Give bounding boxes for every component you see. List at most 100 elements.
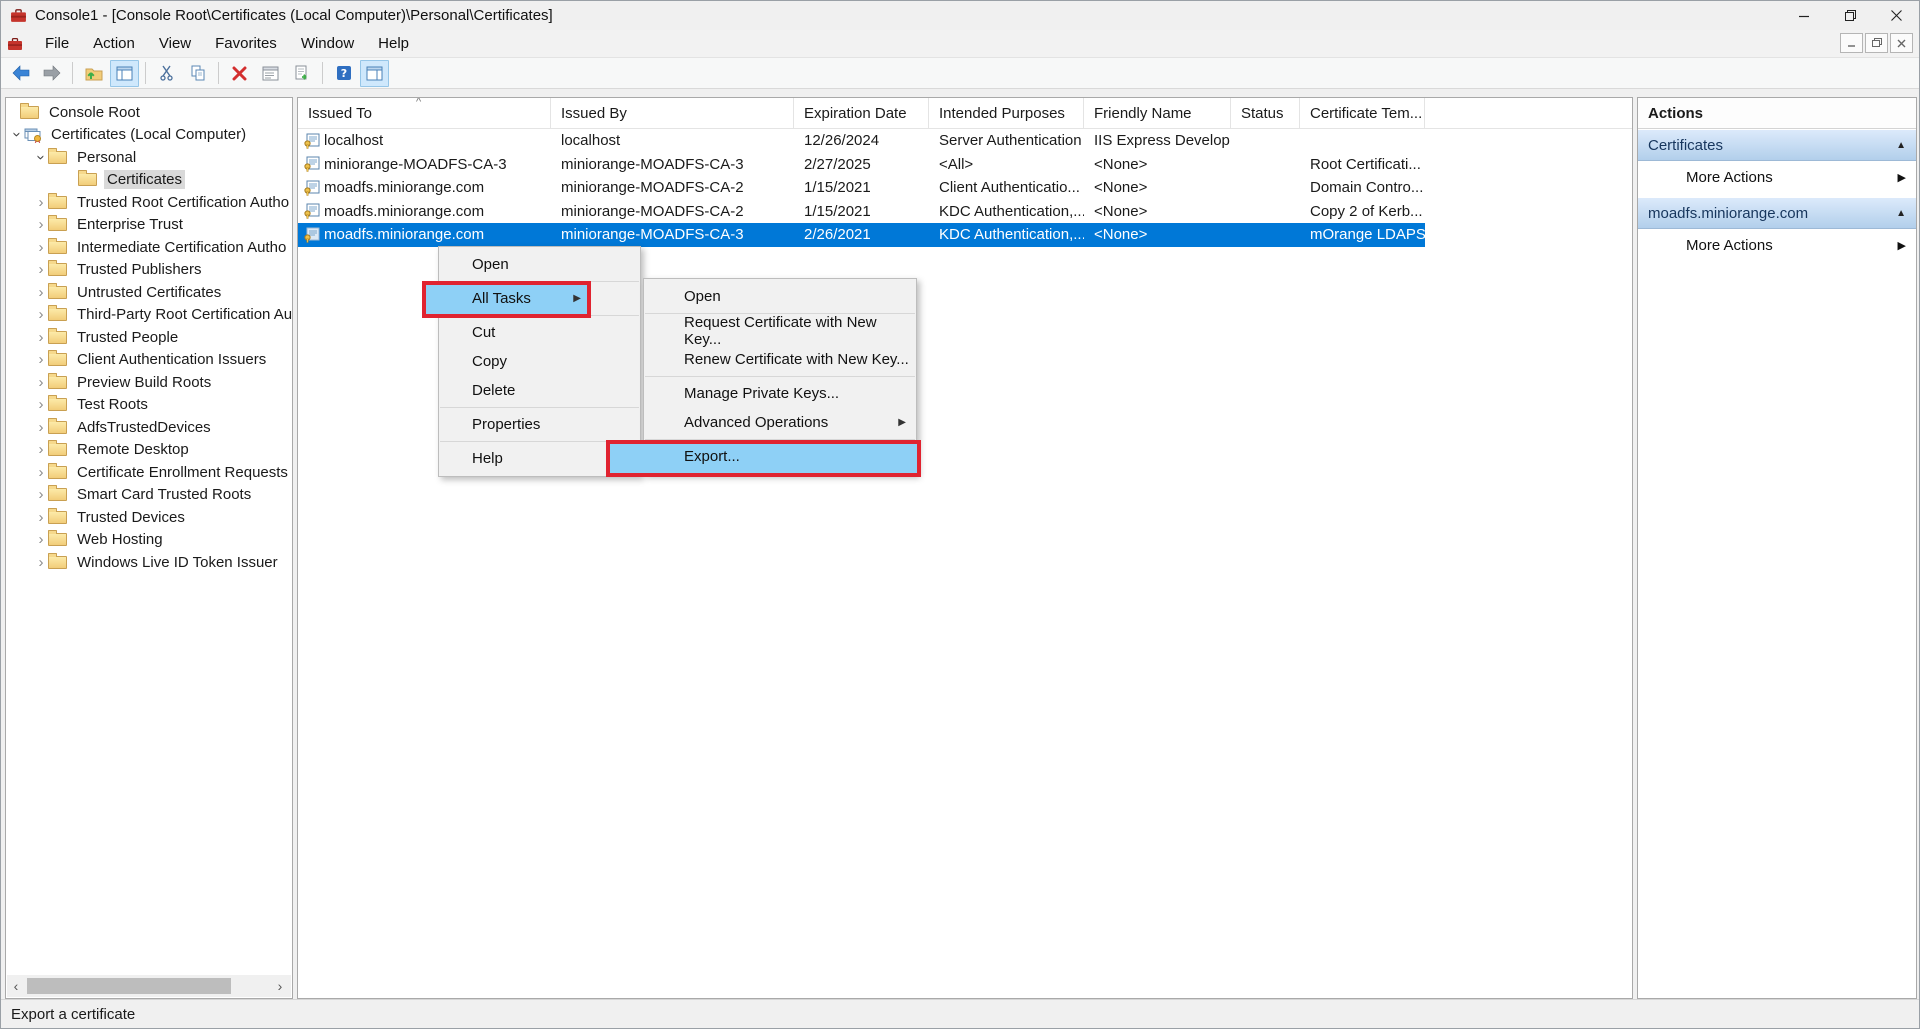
menu-file[interactable]: File [33,31,81,56]
tree-item-certificates[interactable]: Certificates [6,169,292,192]
certificate-row-selected[interactable]: moadfs.miniorange.com miniorange-MOADFS-… [298,223,1425,247]
more-actions-moadfs[interactable]: More Actions ▶ [1638,229,1916,262]
chevron-expanded-icon[interactable]: › [33,150,50,164]
column-expiration-date[interactable]: Expiration Date [794,98,929,128]
certificate-row[interactable]: miniorange-MOADFS-CA-3 miniorange-MOADFS… [298,153,1425,177]
tree-item-enterprise-trust[interactable]: ›Enterprise Trust [6,214,292,237]
chevron-collapsed-icon[interactable]: › [34,329,48,346]
export-list-button[interactable] [287,60,316,87]
chevron-collapsed-icon[interactable]: › [34,194,48,211]
back-button[interactable] [6,60,35,87]
child-close-button[interactable] [1890,33,1913,53]
help-button[interactable]: ? [329,60,358,87]
certificate-row[interactable]: moadfs.miniorange.com miniorange-MOADFS-… [298,200,1425,224]
tree-item-trusted-publishers[interactable]: ›Trusted Publishers [6,259,292,282]
submenu-renew-certificate[interactable]: Renew Certificate with New Key... [644,345,916,374]
tree-item-trusted-devices[interactable]: ›Trusted Devices [6,506,292,529]
column-status[interactable]: Status [1231,98,1300,128]
chevron-collapsed-icon[interactable]: › [34,239,48,256]
context-copy[interactable]: Copy [439,347,640,376]
show-action-pane-button[interactable] [360,60,389,87]
column-friendly-name[interactable]: Friendly Name [1084,98,1231,128]
certificate-row[interactable]: moadfs.miniorange.com miniorange-MOADFS-… [298,176,1425,200]
chevron-collapsed-icon[interactable]: › [34,261,48,278]
menu-help[interactable]: Help [366,31,421,56]
actions-section-moadfs[interactable]: moadfs.miniorange.com ▲ [1638,197,1916,229]
forward-button[interactable] [37,60,66,87]
toolbar-separator [145,62,146,84]
more-actions-certificates[interactable]: More Actions ▶ [1638,161,1916,194]
chevron-collapsed-icon[interactable]: › [34,554,48,571]
tree-item-untrusted-certificates[interactable]: ›Untrusted Certificates [6,281,292,304]
chevron-collapsed-icon[interactable]: › [34,306,48,323]
tree-item-windows-live-id[interactable]: ›Windows Live ID Token Issuer [6,551,292,574]
collapse-icon[interactable]: ▲ [1896,208,1906,219]
column-issued-by[interactable]: Issued By [551,98,794,128]
cut-button[interactable] [152,60,181,87]
submenu-export[interactable]: Export... [644,442,916,471]
certificate-row[interactable]: localhost localhost 12/26/2024 Server Au… [298,129,1425,153]
collapse-icon[interactable]: ▲ [1896,140,1906,151]
actions-section-certificates[interactable]: Certificates ▲ [1638,129,1916,161]
restore-button[interactable] [1827,1,1873,30]
submenu-open[interactable]: Open [644,282,916,311]
window-title: Console1 - [Console Root\Certificates (L… [35,7,553,24]
chevron-collapsed-icon[interactable]: › [34,396,48,413]
context-all-tasks[interactable]: All Tasks ▶ [439,284,640,313]
scroll-left-icon[interactable]: ‹ [7,978,25,994]
tree-item-smart-card-trusted-roots[interactable]: ›Smart Card Trusted Roots [6,484,292,507]
minimize-button[interactable] [1781,1,1827,30]
show-console-tree-button[interactable] [110,60,139,87]
menu-window[interactable]: Window [289,31,366,56]
tree-item-test-roots[interactable]: ›Test Roots [6,394,292,417]
tree-item-cert-enrollment-requests[interactable]: ›Certificate Enrollment Requests [6,461,292,484]
column-intended-purposes[interactable]: Intended Purposes [929,98,1084,128]
tree-item-web-hosting[interactable]: ›Web Hosting [6,529,292,552]
chevron-expanded-icon[interactable]: › [9,128,26,142]
scrollbar-thumb[interactable] [27,978,231,994]
menu-action[interactable]: Action [81,31,147,56]
close-button[interactable] [1873,1,1919,30]
tree-item-certificates-local-computer[interactable]: ›Certificates (Local Computer) [6,124,292,147]
tree-item-console-root[interactable]: Console Root [6,101,292,124]
menu-favorites[interactable]: Favorites [203,31,289,56]
chevron-collapsed-icon[interactable]: › [34,284,48,301]
tree-item-trusted-root[interactable]: ›Trusted Root Certification Autho [6,191,292,214]
tree-item-trusted-people[interactable]: ›Trusted People [6,326,292,349]
context-open[interactable]: Open [439,250,640,279]
toolbar-separator [72,62,73,84]
tree-item-adfstrusteddevices[interactable]: ›AdfsTrustedDevices [6,416,292,439]
properties-button[interactable] [256,60,285,87]
child-minimize-button[interactable] [1840,33,1863,53]
tree-item-client-auth-issuers[interactable]: ›Client Authentication Issuers [6,349,292,372]
chevron-collapsed-icon[interactable]: › [34,509,48,526]
column-issued-to[interactable]: Issued To [298,98,551,128]
chevron-collapsed-icon[interactable]: › [34,351,48,368]
tree-item-third-party-root[interactable]: ›Third-Party Root Certification Au [6,304,292,327]
tree-item-intermediate[interactable]: ›Intermediate Certification Autho [6,236,292,259]
tree-item-personal[interactable]: ›Personal [6,146,292,169]
tree-item-preview-build-roots[interactable]: ›Preview Build Roots [6,371,292,394]
chevron-collapsed-icon[interactable]: › [34,419,48,436]
delete-button[interactable] [225,60,254,87]
scroll-right-icon[interactable]: › [271,978,289,994]
chevron-collapsed-icon[interactable]: › [34,531,48,548]
tree-item-remote-desktop[interactable]: ›Remote Desktop [6,439,292,462]
chevron-collapsed-icon[interactable]: › [34,464,48,481]
submenu-advanced-operations[interactable]: Advanced Operations▶ [644,408,916,437]
column-certificate-template[interactable]: Certificate Tem... [1300,98,1425,128]
chevron-collapsed-icon[interactable]: › [34,216,48,233]
chevron-collapsed-icon[interactable]: › [34,441,48,458]
context-delete[interactable]: Delete [439,376,640,405]
context-properties[interactable]: Properties [439,410,640,439]
chevron-collapsed-icon[interactable]: › [34,486,48,503]
submenu-manage-private-keys[interactable]: Manage Private Keys... [644,379,916,408]
submenu-request-certificate[interactable]: Request Certificate with New Key... [644,316,916,345]
up-one-level-button[interactable] [79,60,108,87]
context-cut[interactable]: Cut [439,318,640,347]
menu-view[interactable]: View [147,31,203,56]
child-restore-button[interactable] [1865,33,1888,53]
copy-button[interactable] [183,60,212,87]
chevron-collapsed-icon[interactable]: › [34,374,48,391]
tree-horizontal-scrollbar[interactable]: ‹ › [7,975,291,997]
